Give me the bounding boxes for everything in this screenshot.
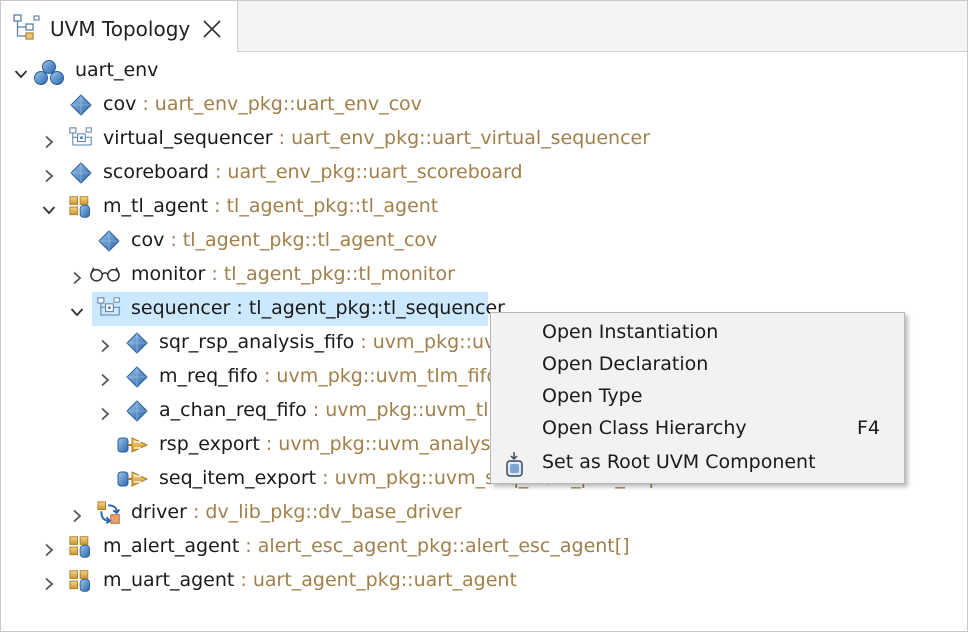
component-icon	[69, 161, 93, 185]
node-type: : tl_agent_pkg::tl_monitor	[205, 263, 455, 285]
tab-uvm-topology[interactable]: UVM Topology	[1, 1, 238, 52]
tree-row-text: a_chan_req_fifo : uvm_pkg::uvm_tlm_fifo	[159, 398, 547, 422]
tree-row-text: m_alert_agent : alert_esc_agent_pkg::ale…	[103, 534, 630, 558]
tree-row-tl_cov[interactable]: cov : tl_agent_pkg::tl_agent_cov	[1, 224, 961, 258]
tree-row-text: cov : uart_env_pkg::uart_env_cov	[103, 92, 422, 116]
chevron-right-icon[interactable]	[42, 166, 56, 183]
component-icon	[125, 399, 149, 423]
menu-item-label: Open Instantiation	[542, 321, 719, 343]
node-name: driver	[131, 501, 187, 523]
export-icon	[117, 467, 149, 491]
agent-icon	[69, 535, 93, 559]
menu-item-label: Open Type	[542, 385, 643, 407]
tree-row-m_uart_agent[interactable]: m_uart_agent : uart_agent_pkg::uart_agen…	[1, 564, 961, 598]
chevron-right-icon[interactable]	[98, 336, 112, 353]
tab-title: UVM Topology	[50, 17, 191, 41]
node-name: scoreboard	[103, 161, 209, 183]
sequencer-icon	[69, 127, 93, 151]
menu-item-label: Set as Root UVM Component	[542, 451, 816, 473]
tree-row-m_tl_agent[interactable]: m_tl_agent : tl_agent_pkg::tl_agent	[1, 190, 961, 224]
agent-icon	[69, 569, 93, 593]
tree-row-text: sequencer : tl_agent_pkg::tl_sequencer	[131, 296, 505, 320]
tab-bar: UVM Topology	[1, 1, 967, 52]
menu-item-set-as-root-uvm-component[interactable]: Set as Root UVM Component	[491, 447, 904, 479]
menu-item-shortcut: F4	[857, 417, 881, 439]
node-name: sqr_rsp_analysis_fifo	[159, 331, 355, 353]
agent-icon	[69, 195, 93, 219]
node-type: : tl_agent_pkg::tl_agent_cov	[164, 229, 438, 251]
menu-item-open-instantiation[interactable]: Open Instantiation	[491, 317, 904, 349]
tree-row-text: monitor : tl_agent_pkg::tl_monitor	[131, 262, 455, 286]
tree-row-m_alert_agent[interactable]: m_alert_agent : alert_esc_agent_pkg::ale…	[1, 530, 961, 564]
tree-row-text: uart_env	[75, 58, 158, 82]
tree-row-virtual_sequencer[interactable]: virtual_sequencer : uart_env_pkg::uart_v…	[1, 122, 961, 156]
topology-icon	[13, 14, 40, 40]
node-name: monitor	[131, 263, 206, 285]
node-name: rsp_export	[159, 433, 260, 455]
set-root-icon	[503, 451, 527, 477]
tree-row-driver[interactable]: driver : dv_lib_pkg::dv_base_driver	[1, 496, 961, 530]
menu-item-label: Open Class Hierarchy	[542, 417, 747, 439]
chevron-right-icon[interactable]	[98, 404, 112, 421]
node-type: : uart_env_pkg::uart_env_cov	[136, 93, 422, 115]
node-type: : tl_agent_pkg::tl_agent	[208, 195, 439, 217]
tree-row-text: m_tl_agent : tl_agent_pkg::tl_agent	[103, 194, 438, 218]
chevron-down-icon[interactable]	[42, 200, 56, 215]
tree-row-uart_env[interactable]: uart_env	[1, 54, 961, 88]
chevron-down-icon[interactable]	[70, 302, 84, 317]
chevron-right-icon[interactable]	[42, 574, 56, 591]
node-type: : uart_env_pkg::uart_virtual_sequencer	[272, 127, 651, 149]
node-name: seq_item_export	[159, 467, 317, 489]
close-icon[interactable]	[202, 19, 222, 39]
node-name: a_chan_req_fifo	[159, 399, 307, 421]
sequencer-icon	[97, 297, 121, 321]
node-type: : alert_esc_agent_pkg::alert_esc_agent[]	[239, 535, 630, 557]
chevron-right-icon[interactable]	[98, 370, 112, 387]
chevron-right-icon[interactable]	[42, 540, 56, 557]
tree-row-cov[interactable]: cov : uart_env_pkg::uart_env_cov	[1, 88, 961, 122]
node-name: m_alert_agent	[103, 535, 240, 557]
tree-row-monitor[interactable]: monitor : tl_agent_pkg::tl_monitor	[1, 258, 961, 292]
chevron-down-icon[interactable]	[14, 64, 28, 79]
menu-item-open-declaration[interactable]: Open Declaration	[491, 349, 904, 381]
chevron-right-icon[interactable]	[42, 132, 56, 149]
tree-row-text: m_uart_agent : uart_agent_pkg::uart_agen…	[103, 568, 517, 592]
driver-icon	[97, 501, 121, 525]
tree-row-text: driver : dv_lib_pkg::dv_base_driver	[131, 500, 462, 524]
node-type: : tl_agent_pkg::tl_sequencer	[230, 297, 505, 319]
environment-icon	[33, 59, 65, 85]
uvm-topology-view: UVM Topology uart_envcov : uart_env_pkg:…	[0, 0, 968, 632]
node-name: cov	[103, 93, 137, 115]
tree-row-scoreboard[interactable]: scoreboard : uart_env_pkg::uart_scoreboa…	[1, 156, 961, 190]
component-icon	[125, 331, 149, 355]
context-menu: Open Instantiation Open Declaration Open T…	[490, 312, 905, 484]
menu-item-label: Open Declaration	[542, 353, 709, 375]
component-icon	[69, 93, 93, 117]
tree-row-text: scoreboard : uart_env_pkg::uart_scoreboa…	[103, 160, 523, 184]
node-name: m_uart_agent	[103, 569, 235, 591]
node-name: uart_env	[75, 59, 159, 81]
chevron-right-icon[interactable]	[70, 506, 84, 523]
component-icon	[97, 229, 121, 253]
tree-row-text: m_req_fifo : uvm_pkg::uvm_tlm_fifo	[159, 364, 498, 388]
chevron-right-icon[interactable]	[70, 268, 84, 285]
menu-item-open-type[interactable]: Open Type	[491, 381, 904, 413]
component-icon	[125, 365, 149, 389]
node-type: : dv_lib_pkg::dv_base_driver	[186, 501, 462, 523]
tree-row-text: virtual_sequencer : uart_env_pkg::uart_v…	[103, 126, 650, 150]
monitor-icon	[89, 263, 121, 287]
node-name: m_tl_agent	[103, 195, 209, 217]
node-name: cov	[131, 229, 165, 251]
export-icon	[117, 433, 149, 457]
menu-item-open-class-hierarchy[interactable]: Open Class Hierarchy F4	[491, 413, 904, 445]
node-name: virtual_sequencer	[103, 127, 273, 149]
node-name: m_req_fifo	[159, 365, 258, 387]
tree-row-text: cov : tl_agent_pkg::tl_agent_cov	[131, 228, 437, 252]
node-type: : uart_agent_pkg::uart_agent	[234, 569, 517, 591]
node-type: : uart_env_pkg::uart_scoreboard	[208, 161, 523, 183]
node-type: : uvm_pkg::uvm_tlm_fifo	[257, 365, 498, 387]
node-name: sequencer	[131, 297, 231, 319]
